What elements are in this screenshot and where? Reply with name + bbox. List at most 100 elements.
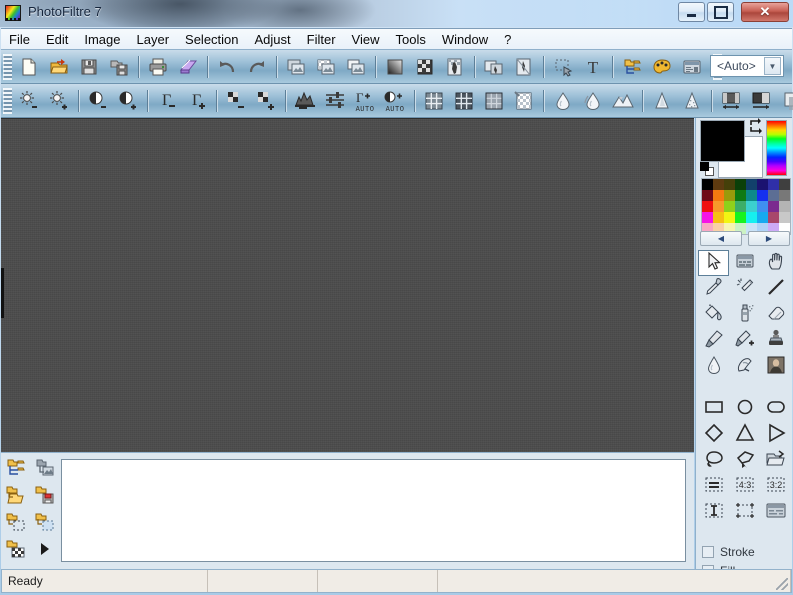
hand-tool-button[interactable] [760, 250, 791, 276]
close-button[interactable]: ✕ [741, 2, 789, 22]
brightness-increase-button[interactable] [44, 87, 74, 115]
palette-swatch[interactable] [713, 179, 724, 190]
advanced-brush-tool-button[interactable] [729, 328, 760, 354]
vertical-marquee-button[interactable] [698, 500, 729, 526]
grayscale-button[interactable] [419, 87, 449, 115]
rectangle-shape-button[interactable] [698, 396, 729, 422]
menu-edit[interactable]: Edit [38, 30, 76, 49]
palette-swatch[interactable] [779, 179, 790, 190]
undo-button[interactable] [212, 53, 242, 81]
transform-selection-button[interactable] [729, 500, 760, 526]
fixed-size-button[interactable] [698, 474, 729, 500]
palette-swatch[interactable] [746, 179, 757, 190]
screenshot-tool-button[interactable] [729, 250, 760, 276]
transparency-button[interactable] [509, 87, 539, 115]
gamma-increase-button[interactable]: Γ [182, 87, 212, 115]
scanner-button[interactable] [173, 53, 203, 81]
document-page[interactable] [61, 459, 686, 562]
saturation-decrease-button[interactable] [221, 87, 251, 115]
layer-transparency-button[interactable] [1, 538, 30, 565]
flip-vertical-button[interactable] [509, 53, 539, 81]
palette-swatch[interactable] [702, 190, 713, 201]
layer-expand-button[interactable] [30, 538, 59, 565]
menu-view[interactable]: View [344, 30, 388, 49]
airbrush-tool-button[interactable] [729, 302, 760, 328]
posterize-button[interactable] [449, 87, 479, 115]
selection-move-button[interactable] [548, 53, 578, 81]
copy-image-button[interactable] [281, 53, 311, 81]
palette-swatch[interactable] [779, 201, 790, 212]
palette-swatch[interactable] [713, 212, 724, 223]
auto-gamma-button[interactable]: Γ AUTO [350, 87, 380, 115]
minimize-button[interactable] [678, 2, 705, 22]
flip-horizontal-button[interactable] [479, 53, 509, 81]
menu-selection[interactable]: Selection [177, 30, 246, 49]
blur-button[interactable] [548, 87, 578, 115]
palette-swatch[interactable] [702, 212, 713, 223]
image-thumbnail-tool-button[interactable] [760, 354, 791, 380]
color-palette-grid[interactable] [701, 178, 791, 235]
chevron-down-icon[interactable]: ▼ [764, 57, 781, 75]
ratio-3-2-button[interactable]: 3:2 [760, 474, 791, 500]
paint-bucket-tool-button[interactable] [698, 302, 729, 328]
palette-swatch[interactable] [724, 190, 735, 201]
soften-button[interactable] [647, 87, 677, 115]
sharpen-button[interactable] [608, 87, 638, 115]
stroke-checkbox[interactable]: Stroke [702, 542, 790, 561]
palette-swatch[interactable] [735, 179, 746, 190]
color-palette-button[interactable] [647, 53, 677, 81]
arrow-shape-button[interactable] [760, 422, 791, 448]
palette-swatch[interactable] [746, 201, 757, 212]
pointer-tool-button[interactable] [698, 250, 729, 276]
palette-swatch[interactable] [768, 179, 779, 190]
palette-swatch[interactable] [724, 212, 735, 223]
toolbar-grip[interactable] [3, 87, 12, 114]
save-layer-button[interactable] [30, 484, 59, 511]
palette-swatch[interactable] [768, 190, 779, 201]
palette-swatch[interactable] [757, 212, 768, 223]
open-layer-button[interactable] [1, 484, 30, 511]
eyedropper-tool-button[interactable] [698, 276, 729, 302]
save-as-button[interactable] [104, 53, 134, 81]
load-shape-button[interactable] [760, 448, 791, 474]
menu-help[interactable]: ? [496, 30, 519, 49]
clone-stamp-tool-button[interactable] [760, 328, 791, 354]
palette-swatch[interactable] [757, 179, 768, 190]
rounded-rectangle-shape-button[interactable] [760, 396, 791, 422]
palette-swatch[interactable] [779, 190, 790, 201]
save-button[interactable] [74, 53, 104, 81]
dither-button[interactable] [479, 87, 509, 115]
layer-selection-button[interactable] [1, 511, 30, 538]
noise-button[interactable] [677, 87, 707, 115]
gamma-decrease-button[interactable]: Γ [152, 87, 182, 115]
paintbrush-tool-button[interactable] [698, 328, 729, 354]
preferences-button[interactable] [677, 53, 707, 81]
blur-tool-button[interactable] [698, 354, 729, 380]
new-file-button[interactable] [14, 53, 44, 81]
layers-manager-button[interactable] [617, 53, 647, 81]
menu-tools[interactable]: Tools [388, 30, 434, 49]
open-file-button[interactable] [44, 53, 74, 81]
magic-wand-tool-button[interactable] [729, 276, 760, 302]
zoom-combo[interactable]: <Auto> ▼ [710, 55, 784, 77]
contrast-decrease-button[interactable] [83, 87, 113, 115]
menu-image[interactable]: Image [76, 30, 128, 49]
diamond-shape-button[interactable] [698, 422, 729, 448]
palette-swatch[interactable] [757, 190, 768, 201]
palette-swatch[interactable] [757, 201, 768, 212]
histogram-button[interactable] [290, 87, 320, 115]
lasso-shape-button[interactable] [698, 448, 729, 474]
menu-layer[interactable]: Layer [129, 30, 178, 49]
saturation-increase-button[interactable] [251, 87, 281, 115]
palette-prev-button[interactable]: ◀ [700, 231, 742, 246]
ellipse-shape-button[interactable] [729, 396, 760, 422]
palette-swatch[interactable] [702, 201, 713, 212]
menu-filter[interactable]: Filter [299, 30, 344, 49]
polygon-shape-button[interactable] [729, 448, 760, 474]
resize-grip[interactable] [776, 578, 788, 590]
text-tool-button[interactable]: T [578, 53, 608, 81]
menu-file[interactable]: File [1, 30, 38, 49]
workspace-canvas[interactable] [1, 118, 694, 452]
blur-more-button[interactable] [578, 87, 608, 115]
contrast-increase-button[interactable] [113, 87, 143, 115]
